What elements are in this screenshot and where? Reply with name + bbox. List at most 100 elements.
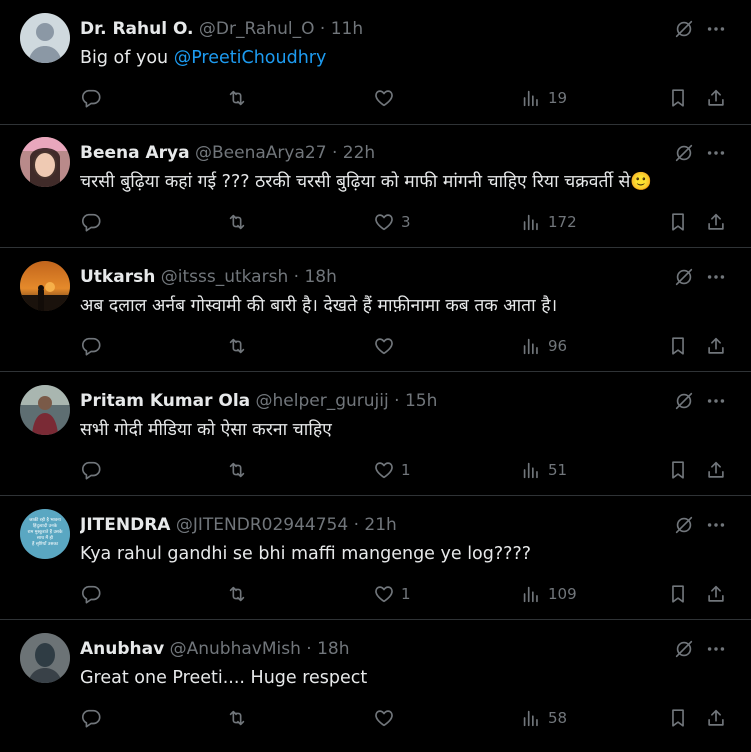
bookmark-icon <box>667 707 689 729</box>
user-handle[interactable]: @JITENDR02944754 <box>176 515 348 535</box>
more-icon[interactable] <box>705 390 727 412</box>
display-name[interactable]: Pritam Kumar Ola <box>80 391 250 411</box>
reply-icon <box>80 459 102 481</box>
reply-button[interactable] <box>80 334 102 358</box>
reply-item[interactable]: Utkarsh @itsss_utkarsh · 18h अब दलाल अर्… <box>0 248 751 372</box>
avatar[interactable]: जाकी रही है भावना हिंदुत्वादी उनके राम मुस… <box>20 509 70 559</box>
timestamp[interactable]: 18h <box>317 639 349 659</box>
reply-icon <box>80 335 102 357</box>
user-handle[interactable]: @itsss_utkarsh <box>161 267 288 287</box>
reply-button[interactable] <box>80 210 102 234</box>
reply-header: Pritam Kumar Ola @helper_gurujij · 15h <box>80 390 631 412</box>
mention-link[interactable]: @PreetiChoudhry <box>174 48 327 68</box>
share-button[interactable] <box>705 86 727 110</box>
retweet-icon <box>226 87 248 109</box>
like-button[interactable]: 3 <box>373 210 411 234</box>
views-icon <box>520 707 542 729</box>
reply-text-body: Big of you <box>80 48 174 68</box>
reply-item[interactable]: Dr. Rahul O. @Dr_Rahul_O · 11h Big of yo… <box>0 0 751 125</box>
reply-header: Utkarsh @itsss_utkarsh · 18h <box>80 266 631 288</box>
like-button[interactable]: 1 <box>373 458 411 482</box>
grok-icon[interactable] <box>673 142 695 164</box>
reply-icon <box>80 707 102 729</box>
reply-header: Anubhav @AnubhavMish · 18h <box>80 638 631 660</box>
reply-item[interactable]: जाकी रही है भावना हिंदुत्वादी उनके राम मुस… <box>0 496 751 620</box>
like-button[interactable] <box>373 706 401 730</box>
timestamp[interactable]: 11h <box>331 19 363 39</box>
reply-button[interactable] <box>80 582 102 606</box>
share-button[interactable] <box>705 210 727 234</box>
avatar[interactable] <box>20 385 70 435</box>
bookmark-button[interactable] <box>667 334 689 358</box>
views-icon <box>520 211 542 233</box>
user-handle[interactable]: @Dr_Rahul_O <box>199 19 315 39</box>
views-button[interactable]: 109 <box>520 582 577 606</box>
user-handle[interactable]: @BeenaArya27 <box>195 143 327 163</box>
like-button[interactable] <box>373 334 401 358</box>
more-icon[interactable] <box>705 18 727 40</box>
retweet-button[interactable] <box>226 458 248 482</box>
bookmark-button[interactable] <box>667 86 689 110</box>
grok-icon[interactable] <box>673 514 695 536</box>
grok-icon[interactable] <box>673 390 695 412</box>
views-count: 96 <box>548 337 568 355</box>
timestamp[interactable]: 15h <box>405 391 437 411</box>
display-name[interactable]: Beena Arya <box>80 143 190 163</box>
user-handle[interactable]: @helper_gurujij <box>256 391 389 411</box>
display-name[interactable]: JITENDRA <box>80 515 170 535</box>
bookmark-button[interactable] <box>667 210 689 234</box>
retweet-button[interactable] <box>226 210 248 234</box>
reply-text-body: सभी गोदी मीडिया को ऐसा करना चाहिए <box>80 420 332 440</box>
avatar[interactable] <box>20 137 70 187</box>
timestamp[interactable]: 18h <box>304 267 336 287</box>
views-button[interactable]: 172 <box>520 210 577 234</box>
display-name[interactable]: Utkarsh <box>80 267 155 287</box>
more-icon[interactable] <box>705 142 727 164</box>
bookmark-icon <box>667 211 689 233</box>
share-button[interactable] <box>705 706 727 730</box>
bookmark-button[interactable] <box>667 582 689 606</box>
grok-icon[interactable] <box>673 18 695 40</box>
more-icon[interactable] <box>705 266 727 288</box>
views-button[interactable]: 58 <box>520 706 567 730</box>
reply-button[interactable] <box>80 86 102 110</box>
reply-header: Dr. Rahul O. @Dr_Rahul_O · 11h <box>80 18 631 40</box>
retweet-button[interactable] <box>226 334 248 358</box>
avatar[interactable] <box>20 261 70 311</box>
retweet-button[interactable] <box>226 706 248 730</box>
like-button[interactable]: 1 <box>373 582 411 606</box>
display-name[interactable]: Dr. Rahul O. <box>80 19 194 39</box>
avatar[interactable] <box>20 633 70 683</box>
bookmark-icon <box>667 87 689 109</box>
reply-item[interactable]: Pritam Kumar Ola @helper_gurujij · 15h स… <box>0 372 751 496</box>
display-name[interactable]: Anubhav <box>80 639 164 659</box>
avatar[interactable] <box>20 13 70 63</box>
grok-icon[interactable] <box>673 266 695 288</box>
bookmark-button[interactable] <box>667 458 689 482</box>
reply-item[interactable]: Beena Arya @BeenaArya27 · 22h चरसी बुढ़ि… <box>0 124 751 248</box>
share-button[interactable] <box>705 458 727 482</box>
reply-button[interactable] <box>80 458 102 482</box>
more-icon[interactable] <box>705 638 727 660</box>
views-icon <box>520 459 542 481</box>
retweet-button[interactable] <box>226 582 248 606</box>
reply-text-body: चरसी बुढ़िया कहां गई ??? ठरकी चरसी बुढ़ि… <box>80 172 653 192</box>
views-button[interactable]: 51 <box>520 458 567 482</box>
separator-dot: · <box>319 19 326 39</box>
retweet-button[interactable] <box>226 86 248 110</box>
timestamp[interactable]: 21h <box>364 515 396 535</box>
share-button[interactable] <box>705 582 727 606</box>
like-count: 3 <box>401 213 411 231</box>
reply-button[interactable] <box>80 706 102 730</box>
bookmark-button[interactable] <box>667 706 689 730</box>
grok-icon[interactable] <box>673 638 695 660</box>
views-button[interactable]: 96 <box>520 334 567 358</box>
user-handle[interactable]: @AnubhavMish <box>170 639 301 659</box>
like-button[interactable] <box>373 86 401 110</box>
share-icon <box>705 459 727 481</box>
timestamp[interactable]: 22h <box>343 143 375 163</box>
share-button[interactable] <box>705 334 727 358</box>
reply-item[interactable]: Anubhav @AnubhavMish · 18h Great one Pre… <box>0 620 751 752</box>
views-button[interactable]: 19 <box>520 86 567 110</box>
more-icon[interactable] <box>705 514 727 536</box>
